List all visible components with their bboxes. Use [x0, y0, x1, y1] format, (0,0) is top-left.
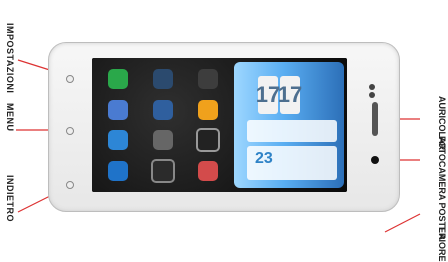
app-icon[interactable] — [98, 66, 139, 93]
weather-temp: 23 — [255, 150, 273, 167]
clock-hours: 17 — [256, 76, 280, 114]
label-menu: MENU — [5, 103, 15, 132]
app-icon[interactable] — [187, 158, 228, 185]
app-icon[interactable] — [143, 97, 184, 124]
phone-screen: 17 17 23 — [92, 58, 347, 192]
weather-widget[interactable]: 23 — [247, 146, 337, 180]
app-icon[interactable] — [98, 97, 139, 124]
label-indietro: INDIETRO — [5, 175, 15, 223]
app-icon[interactable] — [143, 127, 184, 154]
app-icon[interactable] — [98, 127, 139, 154]
label-ta: T A — [437, 226, 447, 241]
settings-button[interactable] — [66, 75, 74, 83]
label-impostazioni: IMPOSTAZIONI — [5, 23, 15, 94]
clock-widget: 17 17 — [256, 76, 302, 116]
app-icon[interactable] — [187, 97, 228, 124]
app-icon[interactable] — [98, 158, 139, 185]
front-camera — [371, 156, 379, 164]
app-grid — [98, 66, 228, 184]
proximity-sensor — [369, 84, 375, 90]
light-sensor — [369, 92, 375, 98]
label-fotocamera-posteriore: FOTOCAMERA POSTERIORE — [437, 136, 447, 262]
app-icon[interactable] — [143, 158, 184, 185]
back-button[interactable] — [66, 181, 74, 189]
earpiece — [372, 102, 378, 136]
app-icon[interactable] — [143, 66, 184, 93]
app-icon[interactable] — [187, 127, 228, 154]
app-icon[interactable] — [187, 66, 228, 93]
menu-button[interactable] — [66, 127, 74, 135]
music-widget[interactable] — [247, 120, 337, 142]
clock-minutes: 17 — [278, 76, 302, 114]
